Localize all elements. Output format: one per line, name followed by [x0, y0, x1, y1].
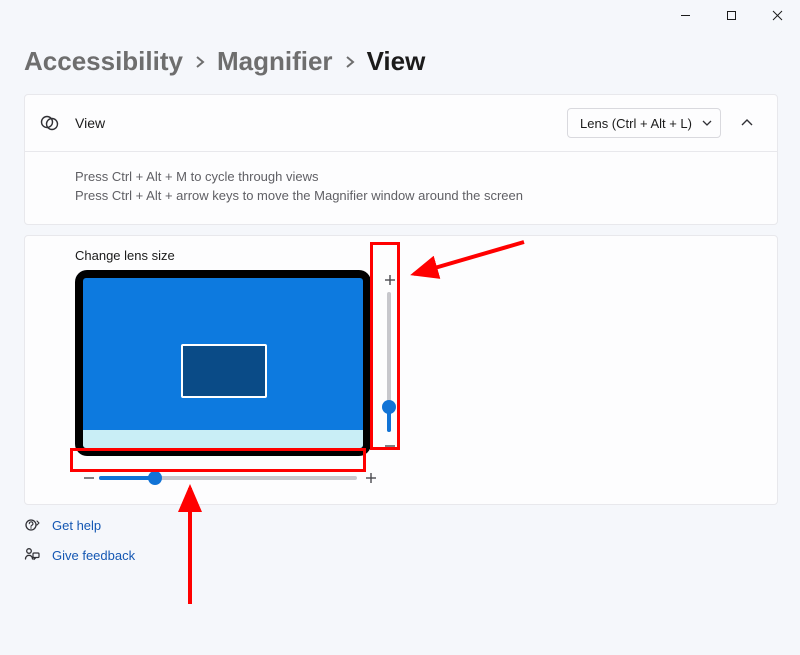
breadcrumb: Accessibility Magnifier View: [24, 46, 425, 77]
lens-width-decrease-button[interactable]: [81, 470, 97, 486]
hint-line-1: Press Ctrl + Alt + M to cycle through vi…: [75, 168, 727, 187]
magnifier-view-dropdown[interactable]: Lens (Ctrl + Alt + L): [567, 108, 721, 138]
window-minimize-button[interactable]: [662, 0, 708, 30]
breadcrumb-current: View: [367, 46, 426, 77]
lens-width-increase-button[interactable]: [363, 470, 379, 486]
view-card-title: View: [75, 115, 105, 131]
help-icon: [24, 517, 40, 533]
hint-line-2: Press Ctrl + Alt + arrow keys to move th…: [75, 187, 727, 206]
chevron-down-icon: [702, 116, 712, 131]
change-lens-size-label: Change lens size: [75, 248, 175, 263]
chevron-right-icon: [345, 54, 355, 70]
lens-preview-rect: [181, 344, 267, 398]
change-lens-size-card: Change lens size: [24, 235, 778, 505]
lens-width-slider-fill: [99, 476, 155, 480]
window-close-button[interactable]: [754, 0, 800, 30]
feedback-icon: [24, 547, 40, 563]
collapse-section-button[interactable]: [731, 107, 763, 139]
give-feedback-link[interactable]: Give feedback: [52, 548, 135, 563]
window-maximize-button[interactable]: [708, 0, 754, 30]
dropdown-selected-label: Lens (Ctrl + Alt + L): [580, 116, 692, 131]
breadcrumb-root[interactable]: Accessibility: [24, 46, 183, 77]
lens-height-slider-thumb[interactable]: [382, 400, 396, 414]
monitor-illustration: [75, 270, 371, 456]
chevron-right-icon: [195, 54, 205, 70]
lens-width-slider-thumb[interactable]: [148, 471, 162, 485]
taskbar-illustration: [83, 430, 363, 448]
view-settings-card: View Lens (Ctrl + Alt + L) Press Ctrl + …: [24, 94, 778, 225]
lens-height-increase-button[interactable]: [382, 272, 398, 288]
get-help-link[interactable]: Get help: [52, 518, 101, 533]
view-hints: Press Ctrl + Alt + M to cycle through vi…: [25, 151, 777, 224]
lens-height-decrease-button[interactable]: [382, 438, 398, 454]
breadcrumb-mid[interactable]: Magnifier: [217, 46, 333, 77]
view-icon: [39, 112, 61, 134]
